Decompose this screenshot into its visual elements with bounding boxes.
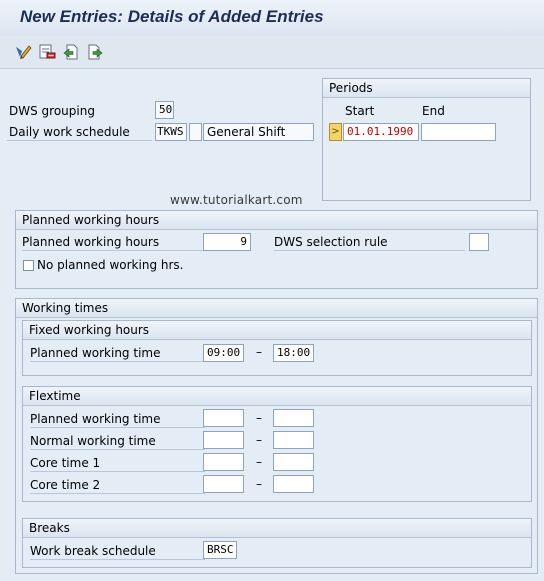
next-entry-icon[interactable] <box>85 42 105 62</box>
working-times-header: Working times <box>16 299 537 318</box>
flextime-to-field[interactable] <box>273 431 314 449</box>
flextime-row-label: Normal working time <box>30 434 205 450</box>
flextime-from-field[interactable] <box>203 431 244 449</box>
work-break-schedule-field[interactable]: BRSC <box>203 541 237 559</box>
dws-selection-rule-field[interactable] <box>469 233 489 251</box>
periods-start-label: Start <box>345 104 375 118</box>
periods-group: Periods Start End > 01.01.1990 <box>322 78 531 201</box>
planned-working-hours-group: Planned working hours Planned working ho… <box>15 210 538 289</box>
no-planned-hours-label: No planned working hrs. <box>37 258 184 272</box>
flextime-from-field[interactable] <box>203 453 244 471</box>
dws-grouping-field[interactable]: 50 <box>155 101 174 119</box>
planned-hours-label: Planned working hours <box>22 235 205 251</box>
delete-row-icon[interactable] <box>37 42 57 62</box>
change-icon[interactable] <box>13 42 33 62</box>
dws-selection-rule-label: DWS selection rule <box>274 235 465 251</box>
application-toolbar <box>0 36 544 69</box>
flextime-from-field[interactable] <box>203 475 244 493</box>
no-planned-hours-checkbox[interactable] <box>23 260 34 271</box>
fixed-to-field[interactable]: 18:00 <box>273 344 314 362</box>
period-select-button[interactable]: > <box>329 123 342 141</box>
work-break-schedule-label: Work break schedule <box>30 544 205 560</box>
breaks-group: Breaks Work break schedule BRSC <box>22 518 532 568</box>
period-start-field[interactable]: 01.01.1990 <box>343 123 419 141</box>
dws-grouping-label: DWS grouping <box>9 104 95 118</box>
fixed-working-hours-group: Fixed working hours Planned working time… <box>22 320 532 376</box>
flextime-group: Flextime Planned working time – Normal w… <box>22 386 532 502</box>
breaks-header: Breaks <box>23 519 531 538</box>
fixed-planned-time-label: Planned working time <box>30 346 205 362</box>
flextime-range-separator: – <box>256 433 262 447</box>
fixed-from-field[interactable]: 09:00 <box>203 344 244 362</box>
page-title: New Entries: Details of Added Entries <box>20 7 324 26</box>
planned-hours-field[interactable]: 9 <box>203 233 251 251</box>
flextime-header: Flextime <box>23 387 531 406</box>
fixed-range-separator: – <box>256 345 262 359</box>
watermark-text: www.tutorialkart.com <box>170 193 303 207</box>
flextime-row-label: Core time 1 <box>30 456 205 472</box>
flextime-row-label: Core time 2 <box>30 478 205 494</box>
title-bar: New Entries: Details of Added Entries <box>0 0 544 36</box>
flextime-row-label: Planned working time <box>30 412 205 428</box>
daily-work-schedule-label: Daily work schedule <box>7 125 152 141</box>
previous-entry-icon[interactable] <box>61 42 81 62</box>
fixed-working-hours-header: Fixed working hours <box>23 321 531 340</box>
flextime-range-separator: – <box>256 455 262 469</box>
periods-group-header: Periods <box>323 79 530 98</box>
daily-work-schedule-variant-field[interactable] <box>189 123 202 141</box>
periods-end-label: End <box>422 104 445 118</box>
planned-group-header: Planned working hours <box>16 211 537 230</box>
flextime-to-field[interactable] <box>273 409 314 427</box>
daily-work-schedule-field[interactable]: TKWS <box>155 123 187 141</box>
flextime-range-separator: – <box>256 477 262 491</box>
daily-work-schedule-text: General Shift <box>203 123 314 141</box>
flextime-to-field[interactable] <box>273 475 314 493</box>
flextime-to-field[interactable] <box>273 453 314 471</box>
working-times-group: Working times Fixed working hours Planne… <box>15 298 538 574</box>
period-end-field[interactable] <box>421 123 496 141</box>
flextime-from-field[interactable] <box>203 409 244 427</box>
flextime-range-separator: – <box>256 411 262 425</box>
